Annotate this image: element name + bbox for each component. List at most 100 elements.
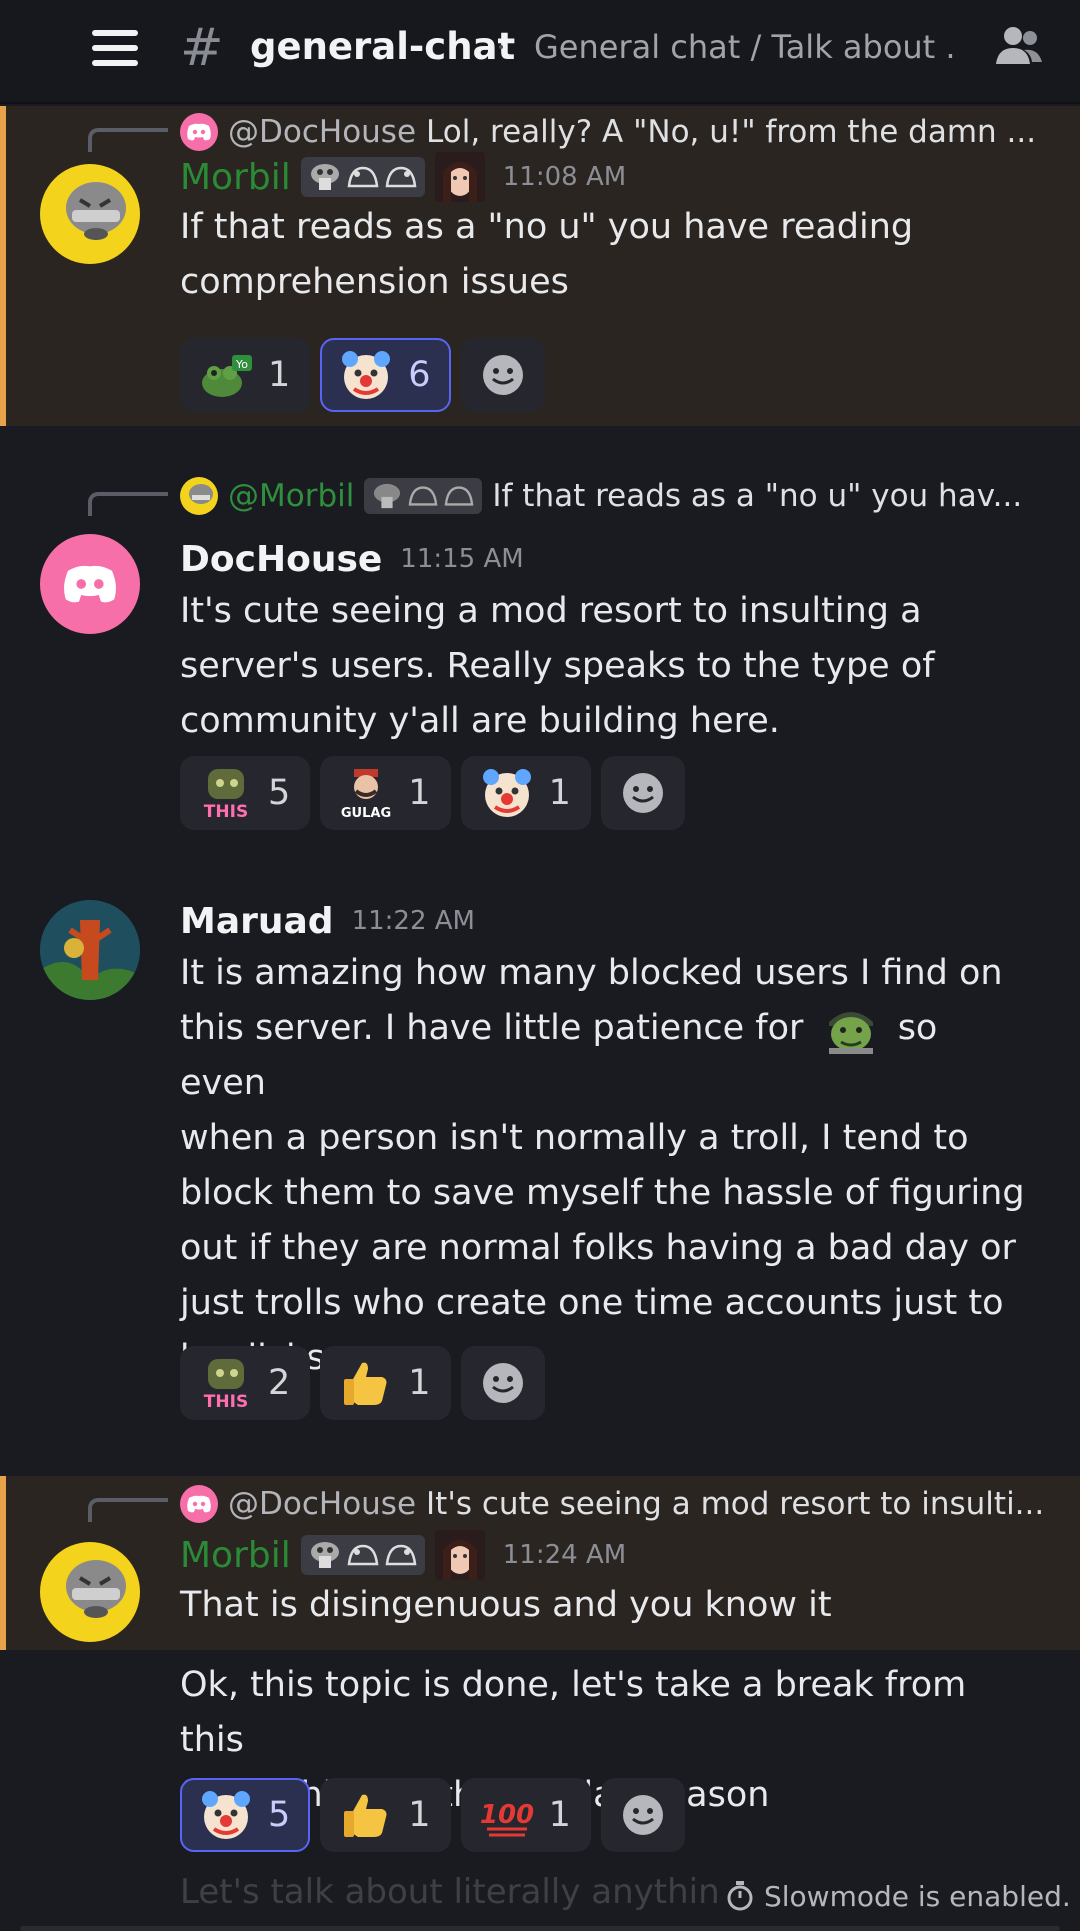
svg-text:Yo: Yo <box>235 358 248 371</box>
message-line: That is disingenuous and you know it <box>180 1585 832 1625</box>
message-input-edge[interactable] <box>20 1926 1060 1931</box>
this-emoji <box>198 765 254 821</box>
message-line: It is amazing how many blocked users I f… <box>180 953 1003 993</box>
add-reaction-icon <box>482 1363 523 1403</box>
slowmode-text: Slowmode is enabled. <box>764 1879 1071 1913</box>
author-line: DocHouse 11:15 AM <box>180 534 524 584</box>
add-reaction-button[interactable] <box>600 756 685 830</box>
author-name[interactable]: Morbil <box>180 1535 291 1576</box>
author-line: Morbil 11:24 AM <box>180 1530 626 1580</box>
reply-author[interactable]: @Morbil <box>228 474 354 518</box>
message-maruad[interactable]: Maruad 11:22 AM It is amazing how many b… <box>0 890 1080 1430</box>
author-name[interactable]: Maruad <box>180 901 334 942</box>
message-text: That is disingenuous and you know it <box>180 1578 1030 1633</box>
reaction-hundred[interactable]: 100 1 <box>460 1778 591 1852</box>
clown-emoji <box>338 347 394 403</box>
thumbs-up-emoji <box>338 1355 394 1411</box>
message-morbil-followup[interactable]: Ok, this topic is done, let's take a bre… <box>0 1658 1080 1868</box>
avatar[interactable] <box>40 534 140 634</box>
reaction-count: 6 <box>408 355 431 395</box>
reaction-gulag[interactable]: GULAG 1 <box>320 756 451 830</box>
profile-portrait-icon <box>434 152 485 202</box>
avatar[interactable] <box>40 900 140 1000</box>
author-line: Morbil 11:08 AM <box>180 152 626 202</box>
add-reaction-icon <box>482 355 523 395</box>
reaction-count: 5 <box>268 773 291 813</box>
timestamp: 11:24 AM <box>502 1540 627 1570</box>
next-message-preview: Let's talk about literally anythin <box>180 1872 720 1912</box>
svg-text:GULAG: GULAG <box>341 806 391 821</box>
profile-portrait-icon <box>434 1530 485 1580</box>
add-reaction-button[interactable] <box>460 1346 545 1420</box>
reaction-this[interactable]: 2 <box>180 1346 311 1420</box>
message-line: It's cute seeing a mod resort to insulti… <box>180 591 922 631</box>
role-badges <box>300 157 425 197</box>
separator-dot <box>499 45 503 49</box>
reaction-count: 5 <box>268 1795 291 1835</box>
reply-author[interactable]: @DocHouse <box>228 1482 416 1526</box>
message-line: block them to save myself the hassle of … <box>180 1173 1025 1213</box>
message-line: server's users. Really speaks to the typ… <box>180 646 935 686</box>
channel-header: # general-chat General chat / Talk about… <box>0 0 1080 104</box>
add-reaction-icon <box>622 773 663 813</box>
message-dochouse[interactable]: @Morbil If that reads as a "no u" you ha… <box>0 470 1080 840</box>
reply-connector <box>88 128 168 152</box>
members-icon[interactable] <box>994 24 1044 68</box>
message-line: when a person isn't normally a troll, I … <box>180 1118 969 1158</box>
reaction-thumbs-up[interactable]: 1 <box>320 1778 451 1852</box>
reaction-count: 1 <box>408 773 431 813</box>
reply-preview[interactable]: @Morbil If that reads as a "no u" you ha… <box>180 474 1022 518</box>
reply-text: It's cute seeing a mod resort to insulti… <box>426 1486 1045 1522</box>
add-reaction-icon <box>622 1795 663 1835</box>
avatar[interactable] <box>40 164 140 264</box>
reaction-clown[interactable]: 1 <box>460 756 591 830</box>
message-fragment: this server. I have little patience for <box>180 1008 804 1048</box>
reaction-frog[interactable]: Yo 1 <box>180 338 311 412</box>
reaction-clown[interactable]: 5 <box>180 1778 311 1852</box>
add-reaction-button[interactable] <box>460 338 545 412</box>
hamburger-menu-icon[interactable] <box>92 30 138 66</box>
avatar-mini <box>180 477 218 515</box>
message-line: community y'all are building here. <box>180 701 780 741</box>
reply-preview[interactable]: @DocHouse It's cute seeing a mod resort … <box>180 1482 1044 1526</box>
author-name[interactable]: DocHouse <box>180 539 382 580</box>
message-line: comprehension issues <box>180 262 569 302</box>
reaction-count: 1 <box>268 355 291 395</box>
channel-topic[interactable]: General chat / Talk about ... <box>534 24 954 70</box>
message-morbil-2[interactable]: @DocHouse It's cute seeing a mod resort … <box>0 1476 1080 1650</box>
reaction-this[interactable]: 5 <box>180 756 311 830</box>
slowmode-indicator: Slowmode is enabled. <box>718 1874 1071 1918</box>
thumbs-up-emoji <box>338 1787 394 1843</box>
timestamp: 11:08 AM <box>502 162 627 192</box>
add-reaction-button[interactable] <box>600 1778 685 1852</box>
message-text: If that reads as a "no u" you have readi… <box>180 200 1030 310</box>
svg-text:100: 100 <box>479 1800 533 1830</box>
discord-logo-icon <box>180 1485 218 1523</box>
message-line: out if they are normal folks having a ba… <box>180 1228 1016 1268</box>
reactions: 5 GULAG 1 1 <box>180 756 685 830</box>
reply-preview[interactable]: @DocHouse Lol, really? A "No, u!" from t… <box>180 110 1036 154</box>
reactions: 2 1 <box>180 1346 545 1420</box>
hundred-emoji: 100 <box>479 1787 535 1843</box>
channel-hash-icon: # <box>180 18 224 78</box>
reply-connector <box>88 492 168 516</box>
discord-logo-icon <box>64 565 116 603</box>
message-text: It's cute seeing a mod resort to insulti… <box>180 584 1030 749</box>
message-text: It is amazing how many blocked users I f… <box>180 946 1030 1386</box>
reply-text: If that reads as a "no u" you hav... <box>492 478 1023 514</box>
reaction-count: 1 <box>548 773 571 813</box>
clown-emoji <box>479 765 535 821</box>
author-name[interactable]: Morbil <box>180 157 291 198</box>
timestamp: 11:15 AM <box>400 544 524 574</box>
channel-name[interactable]: general-chat <box>250 22 515 72</box>
reaction-thumbs-up[interactable]: 1 <box>320 1346 451 1420</box>
reaction-clown[interactable]: 6 <box>320 338 451 412</box>
message-morbil-1[interactable]: @DocHouse Lol, really? A "No, u!" from t… <box>0 106 1080 426</box>
reply-author[interactable]: @DocHouse <box>228 110 416 154</box>
reaction-count: 1 <box>548 1795 571 1835</box>
avatar[interactable] <box>40 1542 140 1642</box>
role-badges <box>364 478 483 514</box>
reply-text: Lol, really? A "No, u!" from the damn ..… <box>426 114 1037 150</box>
reaction-count: 1 <box>408 1795 431 1835</box>
role-badges <box>300 1535 425 1575</box>
